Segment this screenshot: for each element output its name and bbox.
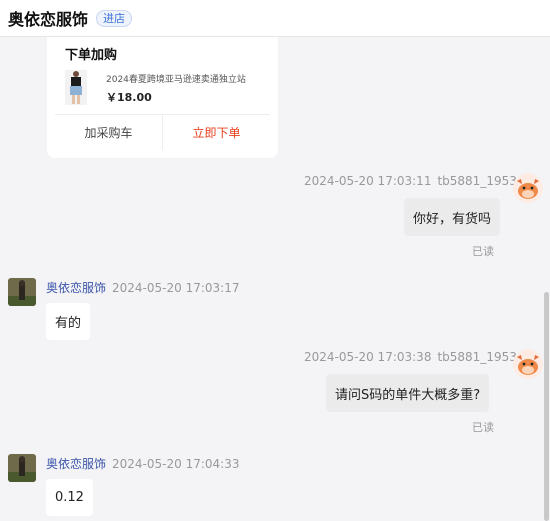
add-to-cart-button[interactable]: 加采购车 (55, 115, 163, 150)
enter-shop-button[interactable]: 进店 (96, 9, 133, 27)
message-meta: 奥依恋服饰 2024-05-20 17:04:33 (46, 455, 239, 472)
message-bubble[interactable]: 请问S码的单件大概多重? (326, 374, 490, 412)
sender-name[interactable]: 奥依恋服饰 (46, 281, 106, 295)
product-name[interactable]: 2024春夏跨境亚马逊速卖通独立站 (106, 72, 268, 85)
buyer-avatar-icon[interactable] (513, 173, 543, 203)
message-meta: 2024-05-20 17:03:38 tb5881_1953 (304, 350, 517, 364)
message-time: 2024-05-20 17:03:38 (304, 350, 432, 364)
buyer-nick: tb5881_1953 (437, 174, 517, 188)
message-bubble[interactable]: 0.12 (46, 479, 93, 516)
buy-now-button[interactable]: 立即下单 (163, 115, 270, 150)
sender-name[interactable]: 奥依恋服饰 (46, 457, 106, 471)
order-card-actions: 加采购车 立即下单 (55, 114, 270, 150)
message-time: 2024-05-20 17:03:11 (304, 174, 432, 188)
shop-avatar[interactable] (8, 278, 36, 306)
scrollbar[interactable] (544, 292, 549, 521)
order-card-title: 下单加购 (65, 48, 118, 63)
buyer-avatar-icon[interactable] (513, 349, 543, 379)
message-bubble[interactable]: 你好，有货吗 (404, 198, 501, 236)
read-status: 已读 (472, 245, 494, 258)
product-price: ￥18.00 (106, 91, 152, 104)
message-meta: 2024-05-20 17:03:11 tb5881_1953 (304, 174, 517, 188)
product-thumbnail[interactable] (65, 70, 87, 105)
read-status: 已读 (472, 421, 494, 434)
shop-avatar[interactable] (8, 454, 36, 482)
shop-name[interactable]: 奥依恋服饰 (8, 6, 88, 30)
chat-header: 奥依恋服饰 进店 (0, 0, 550, 37)
order-card: 下单加购 2024春夏跨境亚马逊速卖通独立站 ￥18.00 加采购车 立即下单 (47, 37, 278, 158)
message-time: 2024-05-20 17:04:33 (112, 457, 240, 471)
message-bubble[interactable]: 有的 (46, 303, 91, 340)
message-time: 2024-05-20 17:03:17 (112, 281, 240, 295)
message-meta: 奥依恋服饰 2024-05-20 17:03:17 (46, 279, 239, 296)
buyer-nick: tb5881_1953 (437, 350, 517, 364)
